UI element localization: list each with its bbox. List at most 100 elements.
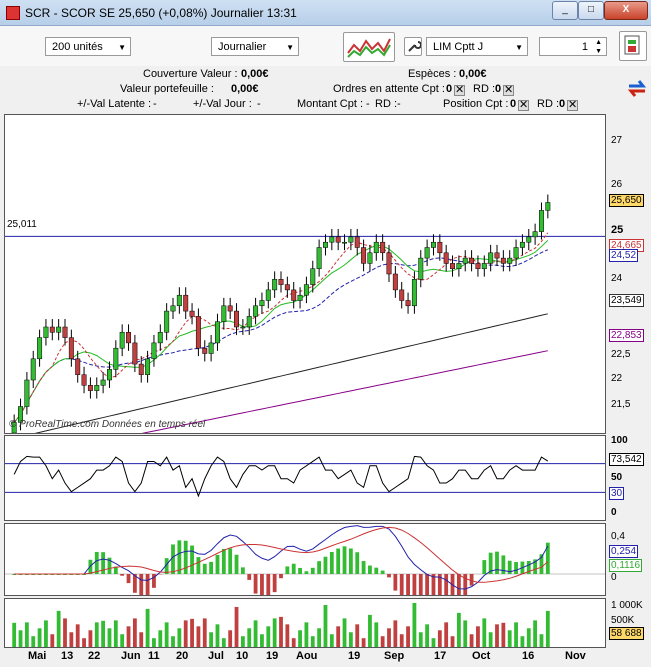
volume-bar xyxy=(285,624,290,647)
especes-label: Espèces : xyxy=(408,68,457,80)
wrench-icon xyxy=(408,41,421,52)
macd-histogram-bar xyxy=(126,574,131,584)
rsi-panel[interactable] xyxy=(4,435,606,521)
volume-bar xyxy=(247,628,252,647)
ma-black-line xyxy=(34,313,548,433)
wrench-button[interactable] xyxy=(404,37,422,56)
candle-body xyxy=(119,332,125,349)
candle-body xyxy=(386,252,392,275)
candle-body xyxy=(526,236,532,243)
volume-bar xyxy=(514,622,518,647)
ordres-rd-value: 0 xyxy=(495,83,502,95)
ordres-rd-icon[interactable]: ✕ xyxy=(503,85,514,96)
candle-body xyxy=(195,316,201,349)
volume-panel[interactable] xyxy=(4,598,606,648)
macd-histogram-bar xyxy=(317,561,322,574)
volume-bar xyxy=(380,636,385,647)
volume-bar xyxy=(183,620,188,647)
y-tick: 0 xyxy=(611,572,617,583)
x-tick-label: 16 xyxy=(522,650,535,662)
candle-body xyxy=(214,321,220,344)
period-select[interactable]: Journalier ▼ xyxy=(211,37,299,56)
position-rd-icon[interactable]: ✕ xyxy=(567,100,578,111)
order-type-select[interactable]: LIM Cptt J ▼ xyxy=(426,37,528,56)
macd-panel[interactable] xyxy=(4,523,606,596)
candle-body xyxy=(532,231,538,238)
volume-bar xyxy=(444,622,449,647)
macd-histogram-bar xyxy=(495,551,499,574)
macd-histogram-bar xyxy=(253,574,258,594)
y-tick: 1 000K xyxy=(611,600,643,611)
price-chart-panel[interactable]: 25,011 © ProRealTime.com Données en temp… xyxy=(4,114,606,434)
volume-bar xyxy=(533,620,538,647)
candle-body xyxy=(56,326,62,333)
close-button[interactable]: X xyxy=(604,1,648,20)
x-tick-label: Mai xyxy=(28,650,47,662)
ma-green-line xyxy=(13,239,549,423)
candle-body xyxy=(411,279,417,307)
position-rd-value: 0 xyxy=(559,98,566,110)
volume-bar xyxy=(75,624,80,647)
macd-histogram-bar xyxy=(425,574,430,595)
macd-histogram-bar xyxy=(374,567,379,574)
last-price-label: 25,650 xyxy=(609,194,644,207)
volume-bar xyxy=(336,626,341,647)
order-ticket-button[interactable] xyxy=(619,31,647,61)
candle-body xyxy=(424,247,430,259)
volume-bar xyxy=(291,638,296,647)
rsi-value-label: 73,542 xyxy=(609,453,644,466)
volume-bar xyxy=(82,638,86,647)
macd-histogram-bar xyxy=(355,552,360,574)
couverture-label: Couverture Valeur : xyxy=(143,68,238,80)
macd-histogram-bar xyxy=(272,574,277,593)
volume-bar xyxy=(24,622,29,647)
ordres-rd-label: RD : xyxy=(473,83,495,95)
volume-bar xyxy=(120,634,125,647)
volume-bar xyxy=(272,618,277,647)
volume-bar xyxy=(126,626,131,647)
chevron-down-icon: ▼ xyxy=(515,43,523,52)
candle-body xyxy=(253,305,259,317)
macd-histogram-bar xyxy=(412,574,417,595)
candle-body xyxy=(538,210,544,232)
volume-bar xyxy=(88,630,93,647)
position-cpt-icon[interactable]: ✕ xyxy=(518,100,529,111)
volume-bar xyxy=(450,636,455,647)
y-tick: 25 xyxy=(611,224,624,236)
couverture-value: 0,00€ xyxy=(241,68,269,80)
macd-histogram-bar xyxy=(202,563,207,574)
candle-body xyxy=(246,316,252,328)
volume-bar xyxy=(355,624,360,647)
y-tick: 50 xyxy=(611,472,623,483)
indicator-chart-button[interactable] xyxy=(343,32,395,62)
refresh-button[interactable] xyxy=(626,74,648,100)
volume-bar xyxy=(317,628,322,647)
macd-histogram-bar xyxy=(323,556,328,574)
quantity-stepper[interactable]: 1 ▲ ▼ xyxy=(539,37,607,56)
rsi-chart xyxy=(5,455,605,498)
ordres-cpt-value: 0 xyxy=(446,83,453,95)
candle-body xyxy=(183,294,189,312)
candle-body xyxy=(259,300,265,307)
volume-bar xyxy=(215,624,220,647)
stepper-arrows-icon[interactable]: ▲ ▼ xyxy=(595,38,602,56)
macd-histogram-bar xyxy=(285,566,290,574)
units-select[interactable]: 200 unités ▼ xyxy=(45,37,131,56)
volume-bar xyxy=(56,610,61,647)
x-tick-label: 22 xyxy=(88,650,101,662)
candle-body xyxy=(81,374,87,386)
candle-body xyxy=(164,310,170,333)
volume-bar xyxy=(94,622,99,647)
minimize-button[interactable]: _ xyxy=(552,1,578,20)
jour-value: - xyxy=(257,98,261,110)
volume-bar xyxy=(279,616,283,647)
ma-black-label: 23,549 xyxy=(609,294,644,307)
ordres-cpt-icon[interactable]: ✕ xyxy=(454,85,465,96)
candle-body xyxy=(189,310,195,317)
macd-histogram-bar xyxy=(361,561,366,574)
maximize-button[interactable]: □ xyxy=(578,1,604,20)
x-tick-label: Jul xyxy=(208,650,224,662)
candle-body xyxy=(437,241,443,254)
candle-body xyxy=(545,202,551,211)
macd-histogram-bar xyxy=(456,574,461,595)
